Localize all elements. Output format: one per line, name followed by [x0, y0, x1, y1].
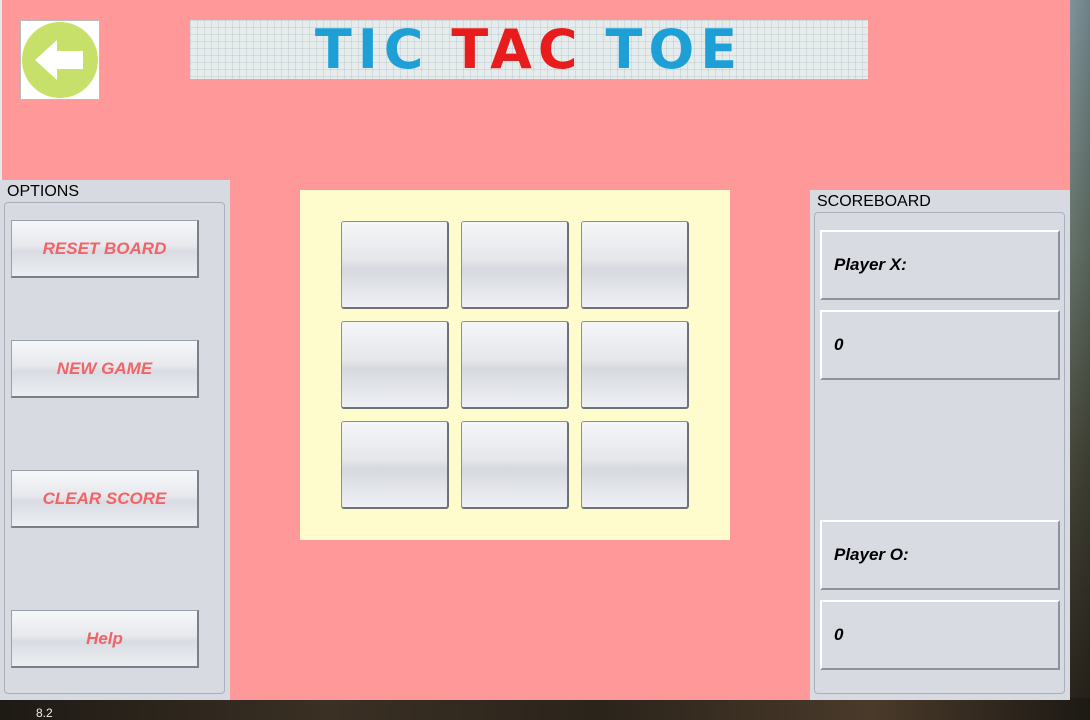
- title-word-tac: TAC: [451, 20, 584, 79]
- title-word-tic: TIC: [314, 20, 430, 79]
- player-x-label: Player X:: [820, 230, 1060, 300]
- clear-score-button[interactable]: CLEAR SCORE: [11, 470, 199, 528]
- board-cell-2[interactable]: [461, 221, 569, 309]
- app-window: TIC TAC TOE OPTIONS RESET BOARD NEW GAME…: [0, 0, 1070, 700]
- scoreboard-panel: SCOREBOARD Player X: 0 Player O: 0: [810, 190, 1070, 700]
- title-word-toe: TOE: [605, 20, 744, 79]
- scoreboard-title: SCOREBOARD: [817, 193, 931, 210]
- player-x-score: 0: [820, 310, 1060, 380]
- player-o-score: 0: [820, 600, 1060, 670]
- window-edge: [0, 0, 2, 180]
- board-cell-5[interactable]: [461, 321, 569, 409]
- desktop-taskbar-strip: [0, 698, 1090, 720]
- arrow-left-icon: [22, 22, 98, 98]
- player-o-label: Player O:: [820, 520, 1060, 590]
- board-cell-3[interactable]: [581, 221, 689, 309]
- board-cell-7[interactable]: [341, 421, 449, 509]
- options-panel: OPTIONS RESET BOARD NEW GAME CLEAR SCORE…: [0, 180, 230, 700]
- options-title: OPTIONS: [7, 183, 80, 200]
- game-board: [300, 190, 730, 540]
- board-cell-6[interactable]: [581, 321, 689, 409]
- help-button[interactable]: Help: [11, 610, 199, 668]
- board-cell-9[interactable]: [581, 421, 689, 509]
- new-game-button[interactable]: NEW GAME: [11, 340, 199, 398]
- title-banner: TIC TAC TOE: [190, 20, 868, 79]
- reset-board-button[interactable]: RESET BOARD: [11, 220, 199, 278]
- board-cell-1[interactable]: [341, 221, 449, 309]
- board-cell-8[interactable]: [461, 421, 569, 509]
- desktop-label: 8.2: [36, 706, 53, 720]
- back-button[interactable]: [20, 20, 100, 100]
- board-cell-4[interactable]: [341, 321, 449, 409]
